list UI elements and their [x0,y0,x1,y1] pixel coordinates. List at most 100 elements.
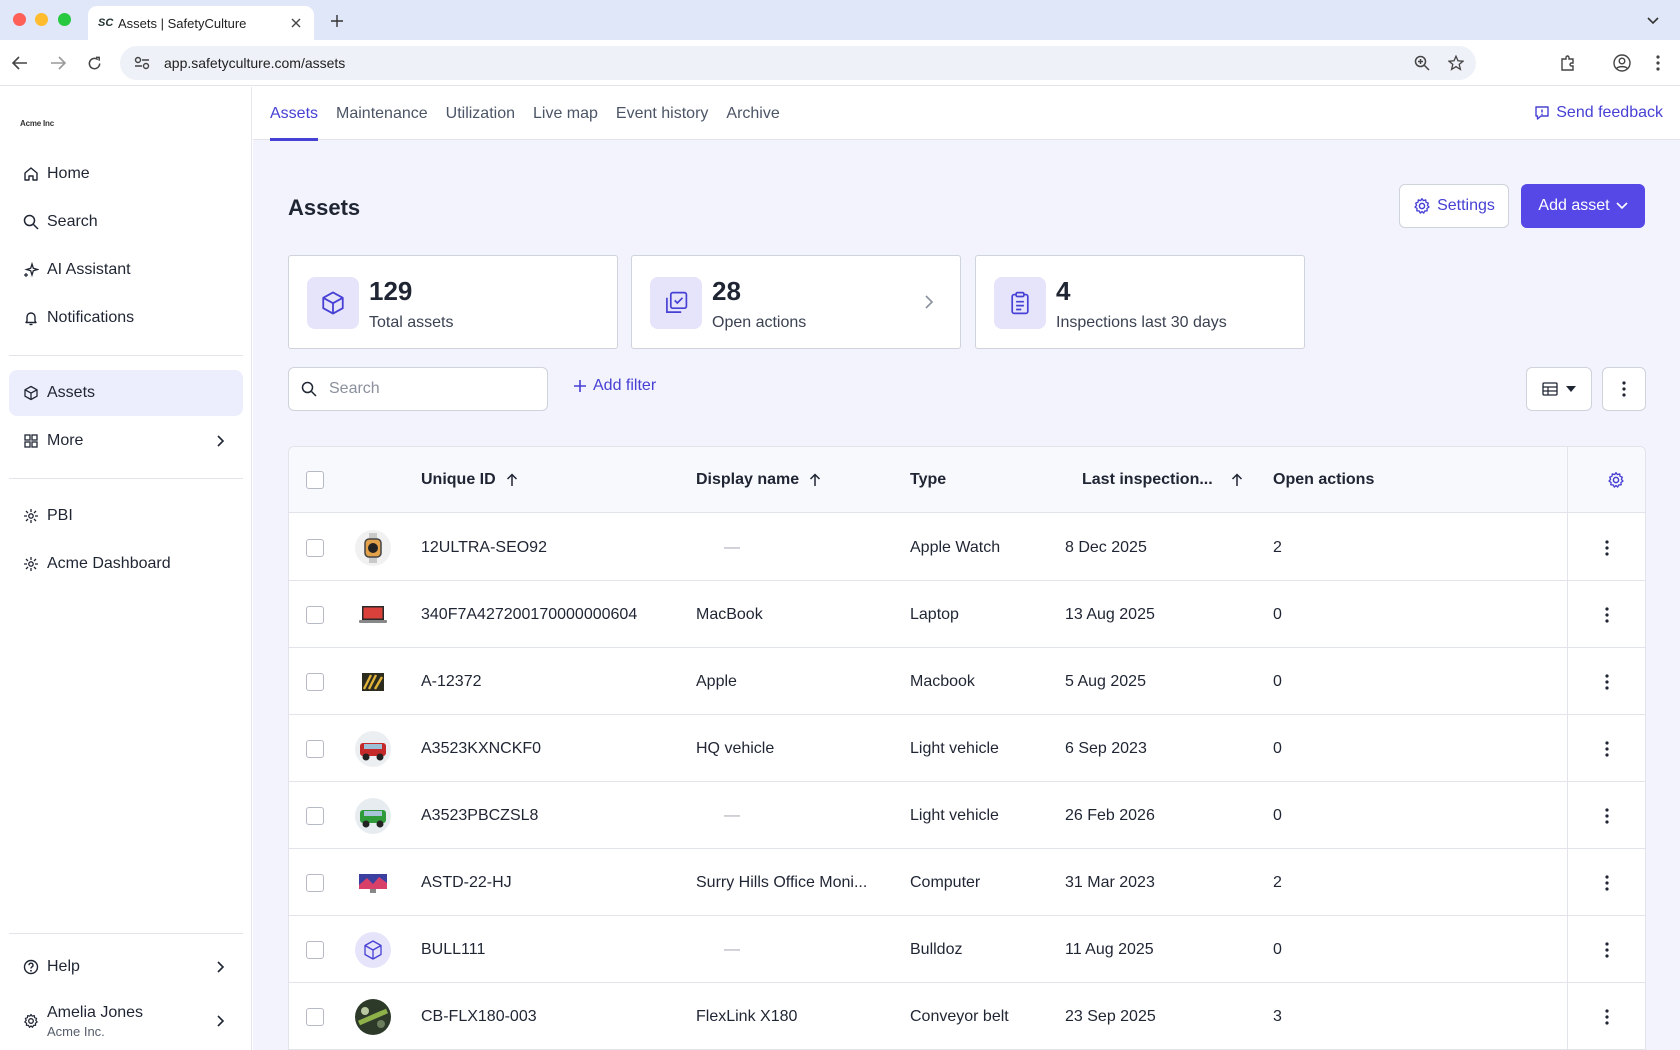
row-checkbox[interactable] [306,739,324,758]
cell-display-name: Surry Hills Office Moni... [696,873,868,891]
close-window-button[interactable] [13,13,26,26]
puzzle-icon [21,506,41,526]
user-menu[interactable]: Amelia Jones Acme Inc. [9,992,243,1050]
table-row[interactable]: CB-FLX180-003 FlexLink X180 Conveyor belt 2… [289,983,1645,1050]
tab-assets[interactable]: Assets [270,87,327,141]
asset-thumbnail [355,864,391,901]
table-row[interactable]: A3523PBCZSL8 — Light vehicle 26 Feb 2026 0 [289,782,1645,849]
row-checkbox[interactable] [306,605,324,624]
tab-archive[interactable]: Archive [717,87,788,140]
back-icon[interactable] [8,51,32,75]
cell-display-name: — [724,806,740,824]
table-row[interactable]: A-12372 Apple Macbook 5 Aug 2025 0 [289,648,1645,715]
profile-icon[interactable] [1610,51,1634,75]
sidebar-item-label: Search [47,213,98,230]
tab-utilization[interactable]: Utilization [437,87,524,140]
gear-icon [21,1011,41,1031]
row-checkbox[interactable] [306,672,324,691]
cell-unique-id: A-12372 [421,672,482,690]
browser-tab-bar: SC Assets | SafetyCulture [0,0,1680,40]
zoom-icon[interactable] [1412,53,1432,73]
asset-thumbnail [355,797,391,834]
sidebar-item-home[interactable]: Home [9,151,243,197]
minimize-window-button[interactable] [35,13,48,26]
cell-unique-id: CB-FLX180-003 [421,1007,537,1025]
forward-icon[interactable] [46,51,70,75]
site-settings-icon[interactable] [132,53,152,73]
add-asset-button[interactable]: Add asset [1521,184,1645,228]
send-feedback-link[interactable]: Send feedback [1534,104,1663,122]
stat-label: Total assets [369,314,454,331]
extensions-icon[interactable] [1556,51,1580,75]
sidebar-item-notifications[interactable]: Notifications [9,295,243,341]
cell-type: Laptop [910,605,959,623]
close-icon[interactable] [288,15,304,31]
company-logo[interactable]: Acme Inc [20,119,54,128]
column-open-actions[interactable]: Open actions [1273,447,1374,513]
column-unique-id[interactable]: Unique ID [421,447,518,513]
chevron-down-icon[interactable] [1642,10,1664,32]
tab-event-history[interactable]: Event history [607,87,717,140]
search-input[interactable] [329,380,519,398]
browser-menu-icon[interactable] [1646,51,1670,75]
row-checkbox[interactable] [306,806,324,825]
sidebar-item-help[interactable]: Help [9,944,243,990]
cell-type: Light vehicle [910,739,999,757]
tab-live-map[interactable]: Live map [524,87,607,140]
table-row[interactable]: 340F7A427200170000000604 MacBook Laptop 13 … [289,581,1645,648]
assets-table: Unique ID Display name Type Last inspect… [288,446,1646,1050]
browser-tab[interactable]: SC Assets | SafetyCulture [88,6,314,40]
table-row[interactable]: BULL111 — Bulldoz 11 Aug 2025 0 [289,916,1645,983]
column-display-name[interactable]: Display name [696,447,821,513]
cell-type: Light vehicle [910,806,999,824]
sidebar-item-label: Assets [47,384,96,401]
actions-icon [650,277,702,329]
more-options-button[interactable] [1602,367,1646,411]
row-checkbox[interactable] [306,940,324,959]
sidebar-item-ai-assistant[interactable]: AI Assistant [9,247,243,293]
sidebar-item-search[interactable]: Search [9,199,243,245]
stat-label: Inspections last 30 days [1056,314,1227,331]
row-checkbox[interactable] [306,1007,324,1026]
cell-type: Computer [910,873,981,891]
sidebar-item-acme-dashboard[interactable]: Acme Dashboard [9,541,243,587]
sidebar-item-more[interactable]: More [9,418,243,464]
table-row[interactable]: ASTD-22-HJ Surry Hills Office Moni... Comp… [289,849,1645,916]
sub-navigation: Assets Maintenance Utilization Live map … [253,87,1680,141]
table-row[interactable]: A3523KXNCKF0 HQ vehicle Light vehicle 6 Sep… [289,715,1645,782]
new-tab-button[interactable] [326,10,348,32]
address-bar[interactable]: app.safetyculture.com/assets [120,46,1476,80]
plus-icon [574,380,586,392]
reload-icon[interactable] [82,51,106,75]
stat-value: 4 [1056,276,1071,306]
settings-button[interactable]: Settings [1399,184,1509,228]
cube-icon [307,277,359,329]
asset-thumbnail [355,730,391,767]
clipboard-icon [994,277,1046,329]
cell-type: Conveyor belt [910,1007,1009,1025]
sidebar-item-assets[interactable]: Assets [9,370,243,416]
chevron-right-icon [211,958,229,976]
column-last-inspection[interactable]: Last inspection... [1082,447,1243,513]
add-filter-button[interactable]: Add filter [573,377,656,395]
stat-card-open-actions[interactable]: 28 Open actions [631,255,961,349]
stat-card-inspections: 4 Inspections last 30 days [975,255,1305,349]
bookmark-star-icon[interactable] [1446,53,1466,73]
table-view-toggle[interactable] [1526,367,1592,411]
sidebar-item-label: Help [47,958,80,975]
tab-maintenance[interactable]: Maintenance [327,87,437,140]
sidebar-item-label: AI Assistant [47,261,131,278]
cell-last-inspection: 31 Mar 2023 [1065,873,1155,891]
row-checkbox[interactable] [306,538,324,557]
cell-type: Apple Watch [910,538,1001,556]
asset-thumbnail [355,998,391,1035]
table-row[interactable]: 12ULTRA-SEO92 — Apple Watch 8 Dec 2025 2 [289,514,1645,581]
cell-unique-id: 12ULTRA-SEO92 [421,538,547,556]
column-type[interactable]: Type [910,447,946,513]
sidebar-item-pbi[interactable]: PBI [9,493,243,539]
cell-open-actions: 0 [1273,806,1282,824]
search-field[interactable] [288,367,548,411]
maximize-window-button[interactable] [58,13,71,26]
select-all-checkbox[interactable] [306,471,324,489]
row-checkbox[interactable] [306,873,324,892]
